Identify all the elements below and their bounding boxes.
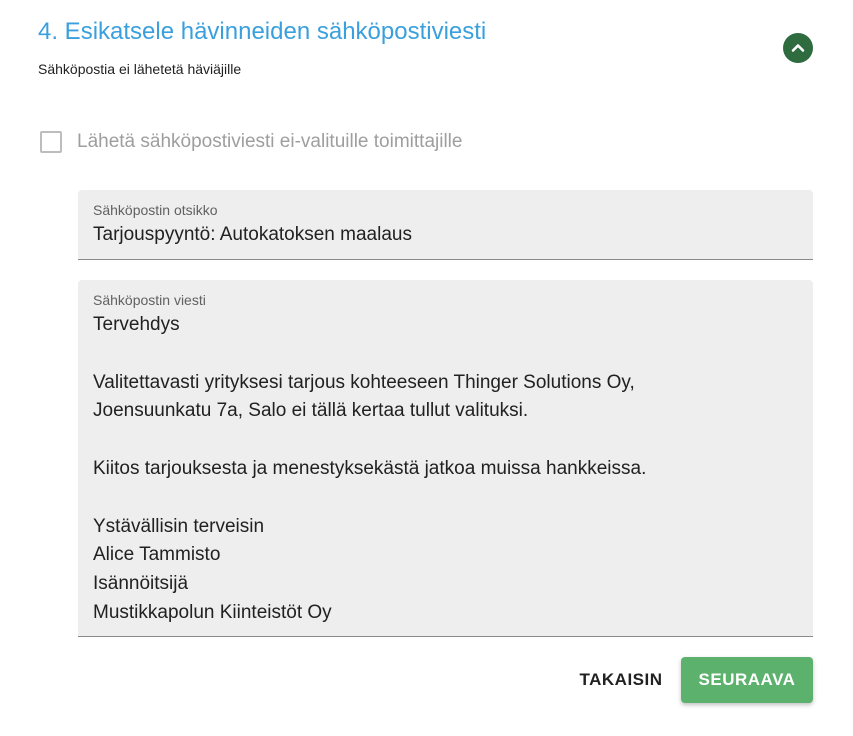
message-line: Isännöitsijä — [93, 573, 189, 595]
message-line: Joensuunkatu 7a, Salo ei tällä kertaa tu… — [93, 400, 529, 422]
message-line — [93, 340, 646, 369]
back-button[interactable]: TAKAISIN — [566, 657, 676, 703]
send-to-unselected-label[interactable]: Lähetä sähköpostiviesti ei-valituille to… — [77, 131, 462, 153]
message-line — [93, 426, 646, 455]
message-line: Ystävällisin terveisin — [93, 515, 265, 537]
message-line: Valitettavasti yrityksesi tarjous kohtee… — [93, 371, 635, 393]
email-preview-step: 4. Esikatsele hävinneiden sähköpostivies… — [0, 0, 853, 736]
email-message-textarea[interactable]: Tervehdys Valitettavasti yrityksesi tarj… — [93, 311, 646, 628]
message-line: Mustikkapolun Kiinteistöt Oy — [93, 601, 332, 623]
email-subject-label: Sähköpostin otsikko — [93, 202, 218, 218]
message-line: Alice Tammisto — [93, 544, 221, 566]
chevron-up-icon — [791, 44, 805, 52]
send-to-unselected-checkbox[interactable] — [40, 131, 62, 153]
step-title: 4. Esikatsele hävinneiden sähköpostivies… — [38, 18, 487, 45]
email-subject-input[interactable]: Tarjouspyyntö: Autokatoksen maalaus — [93, 224, 412, 246]
message-line — [93, 484, 646, 513]
send-to-unselected-option[interactable]: Lähetä sähköpostiviesti ei-valituille to… — [40, 131, 462, 153]
next-button[interactable]: SEURAAVA — [681, 657, 813, 703]
message-line: Tervehdys — [93, 314, 180, 335]
step-subtitle: Sähköpostia ei lähetetä häviäjille — [38, 61, 242, 77]
collapse-section-button[interactable] — [783, 33, 813, 63]
email-message-field[interactable]: Sähköpostin viesti Tervehdys Valitettava… — [78, 280, 813, 637]
email-subject-field[interactable]: Sähköpostin otsikko Tarjouspyyntö: Autok… — [78, 190, 813, 260]
email-message-label: Sähköpostin viesti — [93, 292, 206, 308]
message-line: Kiitos tarjouksesta ja menestyksekästä j… — [93, 457, 647, 479]
